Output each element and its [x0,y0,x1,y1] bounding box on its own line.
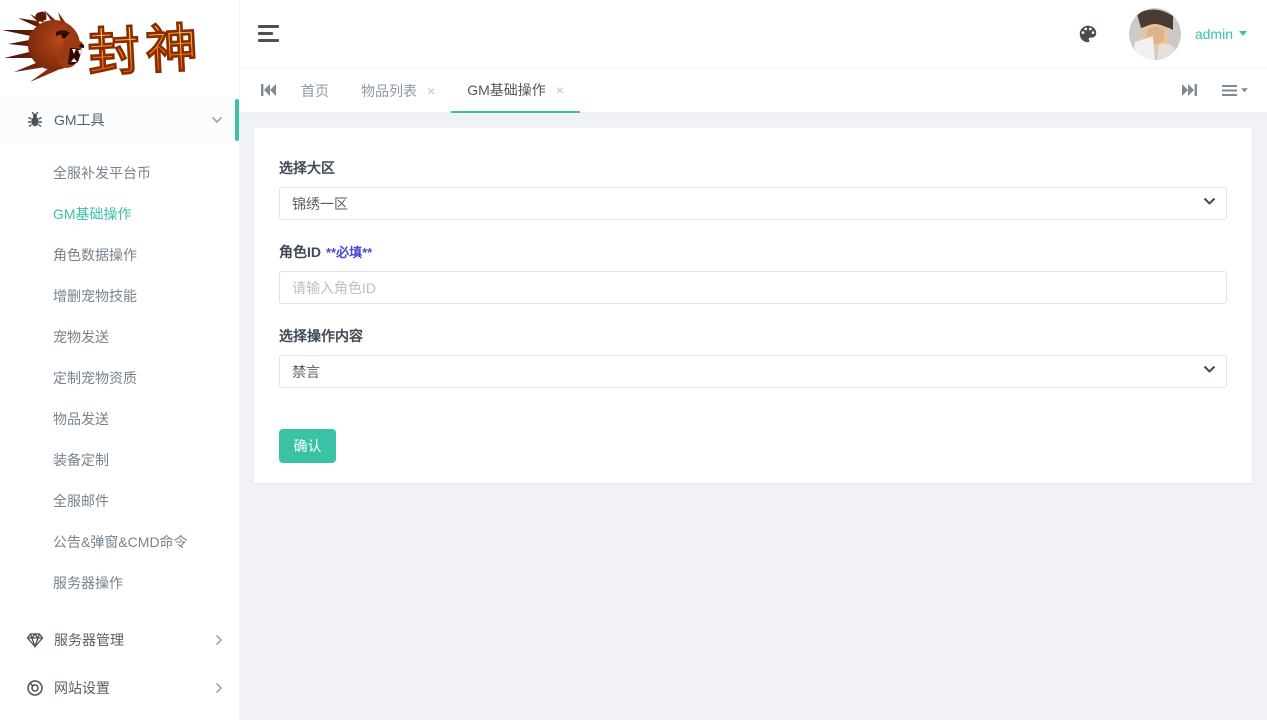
sidebar-item-server-ops[interactable]: 服务器操作 [0,563,239,604]
tab-label: 首页 [301,82,329,99]
sidebar: 封神 GM工具 全服补发平台币 GM基础操作 角色数据操作 增删宠物技能 宠物发… [0,0,240,720]
action-select[interactable]: 禁言 [279,355,1227,388]
gm-basic-ops-form: 选择大区 锦绣一区 角色ID **必填** 请输入角色ID 选择操作内容 禁言 … [254,128,1252,483]
main-column: admin 首页 物品列表 × GM基础操作 × 选择大区 锦绣一区 角色ID … [240,0,1267,720]
chevron-right-icon [215,634,223,646]
user-menu[interactable]: admin [1195,26,1247,42]
gm-tools-submenu: 全服补发平台币 GM基础操作 角色数据操作 增删宠物技能 宠物发送 定制宠物资质… [0,143,239,616]
list-caret-icon[interactable] [1208,83,1253,97]
role-id-input[interactable] [279,271,1227,304]
sidebar-item-pet-send[interactable]: 宠物发送 [0,317,239,358]
sidebar-section-label: 网站设置 [54,680,110,696]
close-icon[interactable]: × [427,84,435,98]
avatar-photo [1128,7,1181,60]
chevron-right-icon [215,682,223,694]
skip-forward-icon[interactable] [1171,83,1208,97]
tab-label: GM基础操作 [467,81,546,98]
content-area: 选择大区 锦绣一区 角色ID **必填** 请输入角色ID 选择操作内容 禁言 … [240,113,1267,720]
topbar-right: admin [1077,7,1247,60]
close-icon[interactable]: × [556,83,564,97]
sidebar-item-pet-skills[interactable]: 增删宠物技能 [0,276,239,317]
globe-icon [27,680,43,696]
sidebar-item-pet-aptitude[interactable]: 定制宠物资质 [0,358,239,399]
sidebar-section-label: GM工具 [54,112,105,128]
sidebar-item-platform-coin[interactable]: 全服补发平台币 [0,153,239,194]
sidebar-section-gm-tools[interactable]: GM工具 [0,97,239,143]
topbar: admin [240,0,1267,68]
skip-backward-icon[interactable] [252,68,285,112]
tab-item-list[interactable]: 物品列表 × [345,68,451,113]
sidebar-nav: GM工具 全服补发平台币 GM基础操作 角色数据操作 增删宠物技能 宠物发送 定… [0,97,239,712]
sidebar-item-gm-basic-ops[interactable]: GM基础操作 [0,194,239,235]
sidebar-item-item-send[interactable]: 物品发送 [0,399,239,440]
role-id-label-text: 角色ID [279,244,321,260]
region-select[interactable]: 锦绣一区 [279,187,1227,220]
tab-label: 物品列表 [361,82,417,99]
caret-down-icon [1239,31,1247,36]
field-action: 选择操作内容 禁言 [279,326,1227,388]
palette-icon[interactable] [1077,23,1099,45]
required-note: **必填** [326,245,373,260]
gem-icon [26,632,44,649]
app-root: 封神 GM工具 全服补发平台币 GM基础操作 角色数据操作 增删宠物技能 宠物发… [0,0,1267,720]
field-role-id: 角色ID **必填** [279,242,1227,304]
sidebar-section-site-settings[interactable]: 网站设置 [0,664,239,712]
sidebar-item-server-mail[interactable]: 全服邮件 [0,481,239,522]
chevron-down-icon [211,116,223,124]
sidebar-item-announce-cmd[interactable]: 公告&弹窗&CMD命令 [0,522,239,563]
confirm-button[interactable]: 确认 [279,429,336,463]
user-avatar[interactable] [1128,7,1181,60]
tab-gm-basic-ops[interactable]: GM基础操作 × [451,68,580,113]
tab-home[interactable]: 首页 [285,68,345,113]
username: admin [1194,25,1233,42]
active-section-indicator [235,99,239,141]
role-id-label: 角色ID **必填** [279,242,1227,262]
field-region: 选择大区 锦绣一区 [279,158,1227,220]
lion-icon: 封神 [2,10,206,84]
logo-title: 封神 [86,19,205,83]
tabbar: 首页 物品列表 × GM基础操作 × [240,68,1267,113]
sidebar-section-server-mgmt[interactable]: 服务器管理 [0,616,239,664]
bug-icon [28,111,42,128]
logo[interactable]: 封神 [0,0,239,97]
tabbar-right [1171,68,1253,112]
sidebar-item-equip-custom[interactable]: 装备定制 [0,440,239,481]
hamburger-icon[interactable] [258,25,280,42]
action-label: 选择操作内容 [279,328,363,344]
sidebar-section-label: 服务器管理 [54,632,124,648]
sidebar-item-role-data-ops[interactable]: 角色数据操作 [0,235,239,276]
region-label: 选择大区 [279,160,335,176]
